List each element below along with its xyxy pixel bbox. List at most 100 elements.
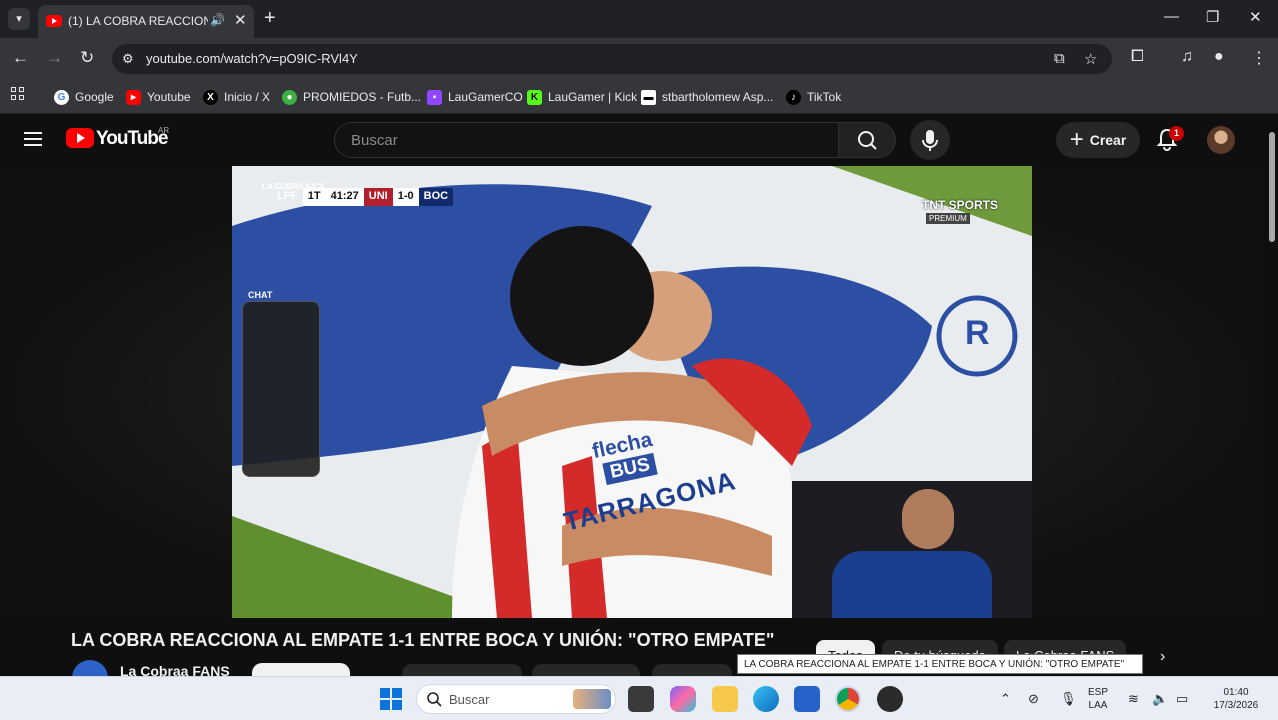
search-icon bbox=[427, 692, 442, 707]
scoreboard: LPF 1T 41:27 UNI 1-0 BOC bbox=[272, 188, 454, 206]
notification-badge: 1 bbox=[1169, 126, 1184, 141]
streamer-webcam bbox=[792, 481, 1032, 618]
user-avatar[interactable] bbox=[1207, 126, 1235, 154]
youtube-masthead: YouTube AR Buscar + Crear 1 bbox=[0, 114, 1264, 166]
microphone-icon bbox=[922, 130, 938, 151]
windows-taskbar: Buscar ⌃ ⊘ 🎙 ESP LAA ≋ 🔈 ▭ 01:40 17/3/2026 bbox=[0, 676, 1278, 720]
install-app-icon[interactable]: ⧉ bbox=[1054, 50, 1065, 67]
page-scrollbar[interactable] bbox=[1266, 114, 1278, 676]
restore-icon[interactable]: ❐ bbox=[1206, 8, 1219, 26]
tab-title: (1) LA COBRA REACCIONA AL EMPATE bbox=[68, 14, 208, 28]
minimize-icon[interactable]: — bbox=[1164, 8, 1179, 25]
store-icon[interactable] bbox=[794, 686, 820, 712]
google-icon: G bbox=[54, 89, 69, 105]
search-highlight-icon bbox=[573, 689, 611, 709]
browser-toolbar: ← → ↻ ⚙ youtube.com/watch?v=pO9IC-RVl4Y … bbox=[0, 38, 1278, 80]
stadium-mark: R bbox=[965, 314, 990, 352]
reload-icon[interactable]: ↻ bbox=[80, 48, 94, 68]
address-bar[interactable]: ⚙ youtube.com/watch?v=pO9IC-RVl4Y ⧉ ☆ bbox=[112, 44, 1112, 74]
bookmark-kick[interactable]: K LauGamer | Kick bbox=[527, 86, 637, 108]
copilot-icon[interactable] bbox=[670, 686, 696, 712]
title-tooltip: LA COBRA REACCIONA AL EMPATE 1-1 ENTRE B… bbox=[737, 654, 1143, 674]
bookmark-promiedos[interactable]: ● PROMIEDOS - Futb... bbox=[282, 86, 421, 108]
like-button[interactable] bbox=[402, 664, 522, 676]
bookmarks-bar: G Google ▸ Youtube X Inicio / X ● PROMIEDOS … bbox=[0, 80, 1278, 114]
bookmark-star-icon[interactable]: ☆ bbox=[1084, 50, 1097, 68]
subscribe-button[interactable] bbox=[252, 663, 350, 677]
youtube-favicon-icon bbox=[46, 15, 62, 27]
tray-mic-icon[interactable]: 🎙 bbox=[1060, 691, 1077, 707]
bookmark-google[interactable]: G Google bbox=[54, 86, 114, 108]
plus-icon: + bbox=[1069, 126, 1084, 153]
windows-start-icon[interactable] bbox=[380, 688, 402, 710]
match-score: 1-0 bbox=[392, 188, 419, 206]
site-info-icon[interactable]: ⚙ bbox=[122, 51, 134, 67]
youtube-logo-icon[interactable] bbox=[66, 128, 94, 148]
bookmark-twitch[interactable]: ▪ LauGamerCO bbox=[427, 86, 523, 108]
chrome-icon[interactable] bbox=[835, 686, 861, 712]
bookmark-youtube[interactable]: ▸ Youtube bbox=[126, 86, 191, 108]
more-actions-button[interactable] bbox=[652, 664, 732, 676]
window-close-icon[interactable]: ✕ bbox=[1249, 8, 1262, 26]
away-team: BOC bbox=[418, 188, 454, 206]
site-icon: ▬ bbox=[641, 89, 656, 105]
video-player[interactable]: LA COBRA KICK LPF 1T 41:27 UNI 1-0 BOC T… bbox=[232, 166, 1032, 618]
media-control-icon[interactable]: ♫ bbox=[1181, 48, 1193, 66]
tray-overflow-icon[interactable]: ⌃ bbox=[1000, 691, 1011, 707]
x-icon: X bbox=[203, 89, 218, 105]
search-icon bbox=[858, 131, 877, 150]
period-label: 1T bbox=[302, 188, 326, 206]
create-button[interactable]: + Crear bbox=[1056, 122, 1140, 158]
chat-label: CHAT bbox=[248, 290, 273, 300]
wifi-icon[interactable]: ≋ bbox=[1128, 691, 1139, 707]
bookmark-stbartholomew[interactable]: ▬ stbartholomew Asp... bbox=[641, 86, 773, 108]
youtube-wordmark[interactable]: YouTube bbox=[96, 128, 168, 150]
profile-icon[interactable]: ● bbox=[1214, 48, 1224, 66]
apps-grid-icon[interactable] bbox=[11, 87, 25, 101]
bookmark-tiktok[interactable]: ♪ TikTok bbox=[786, 86, 841, 108]
tray-app-icon[interactable]: ⊘ bbox=[1028, 691, 1039, 707]
browser-tab-strip: ▾ (1) LA COBRA REACCIONA AL EMPATE 🔊 ✕ +… bbox=[0, 0, 1278, 38]
file-explorer-icon[interactable] bbox=[712, 686, 738, 712]
country-code: AR bbox=[158, 126, 170, 135]
new-tab-plus-icon[interactable]: + bbox=[264, 7, 276, 30]
voice-search-button[interactable] bbox=[910, 120, 950, 160]
stream-chat-overlay bbox=[242, 301, 320, 477]
video-title: LA COBRA REACCIONA AL EMPATE 1-1 ENTRE B… bbox=[71, 630, 775, 650]
bookmark-x[interactable]: X Inicio / X bbox=[203, 86, 270, 108]
share-button[interactable] bbox=[532, 664, 640, 676]
back-arrow-icon[interactable]: ← bbox=[12, 48, 29, 68]
broadcaster-tier: PREMIUM bbox=[926, 213, 970, 224]
menu-hamburger-icon[interactable] bbox=[24, 132, 42, 146]
url-text[interactable]: youtube.com/watch?v=pO9IC-RVl4Y bbox=[146, 51, 358, 66]
search-button[interactable] bbox=[838, 122, 896, 158]
tiktok-icon: ♪ bbox=[786, 89, 801, 105]
search-input[interactable]: Buscar bbox=[334, 122, 838, 158]
edge-icon[interactable] bbox=[753, 686, 779, 712]
task-view-icon[interactable] bbox=[628, 686, 654, 712]
chevron-right-icon[interactable]: › bbox=[1160, 648, 1165, 666]
keyboard-language[interactable]: ESP LAA bbox=[1088, 686, 1108, 712]
twitch-icon: ▪ bbox=[427, 89, 442, 105]
volume-icon[interactable]: 🔈 bbox=[1152, 691, 1168, 707]
youtube-icon: ▸ bbox=[126, 89, 141, 105]
chrome-menu-icon[interactable]: ⋮ bbox=[1251, 48, 1267, 68]
clock[interactable]: 01:40 17/3/2026 bbox=[1206, 686, 1266, 712]
taskbar-search-input[interactable]: Buscar bbox=[416, 684, 616, 714]
active-tab[interactable]: (1) LA COBRA REACCIONA AL EMPATE 🔊 ✕ bbox=[38, 5, 254, 38]
app-icon[interactable] bbox=[877, 686, 903, 712]
tab-search-icon[interactable]: ▾ bbox=[8, 8, 30, 30]
kick-icon: K bbox=[527, 89, 542, 105]
battery-icon[interactable]: ▭ bbox=[1176, 691, 1188, 707]
streamer-shirt bbox=[832, 551, 992, 618]
streamer-head bbox=[902, 489, 954, 549]
forward-arrow-icon[interactable]: → bbox=[46, 48, 63, 68]
promiedos-icon: ● bbox=[282, 89, 297, 105]
match-clock: 41:27 bbox=[325, 188, 364, 206]
tab-audio-icon[interactable]: 🔊 bbox=[210, 13, 225, 27]
broadcaster-logo: TNT SPORTS bbox=[922, 198, 999, 212]
tab-close-icon[interactable]: ✕ bbox=[234, 11, 247, 29]
scrollbar-thumb[interactable] bbox=[1269, 132, 1275, 242]
extensions-icon[interactable]: ⧠ bbox=[1131, 48, 1144, 66]
league-label: LPF bbox=[277, 190, 298, 202]
